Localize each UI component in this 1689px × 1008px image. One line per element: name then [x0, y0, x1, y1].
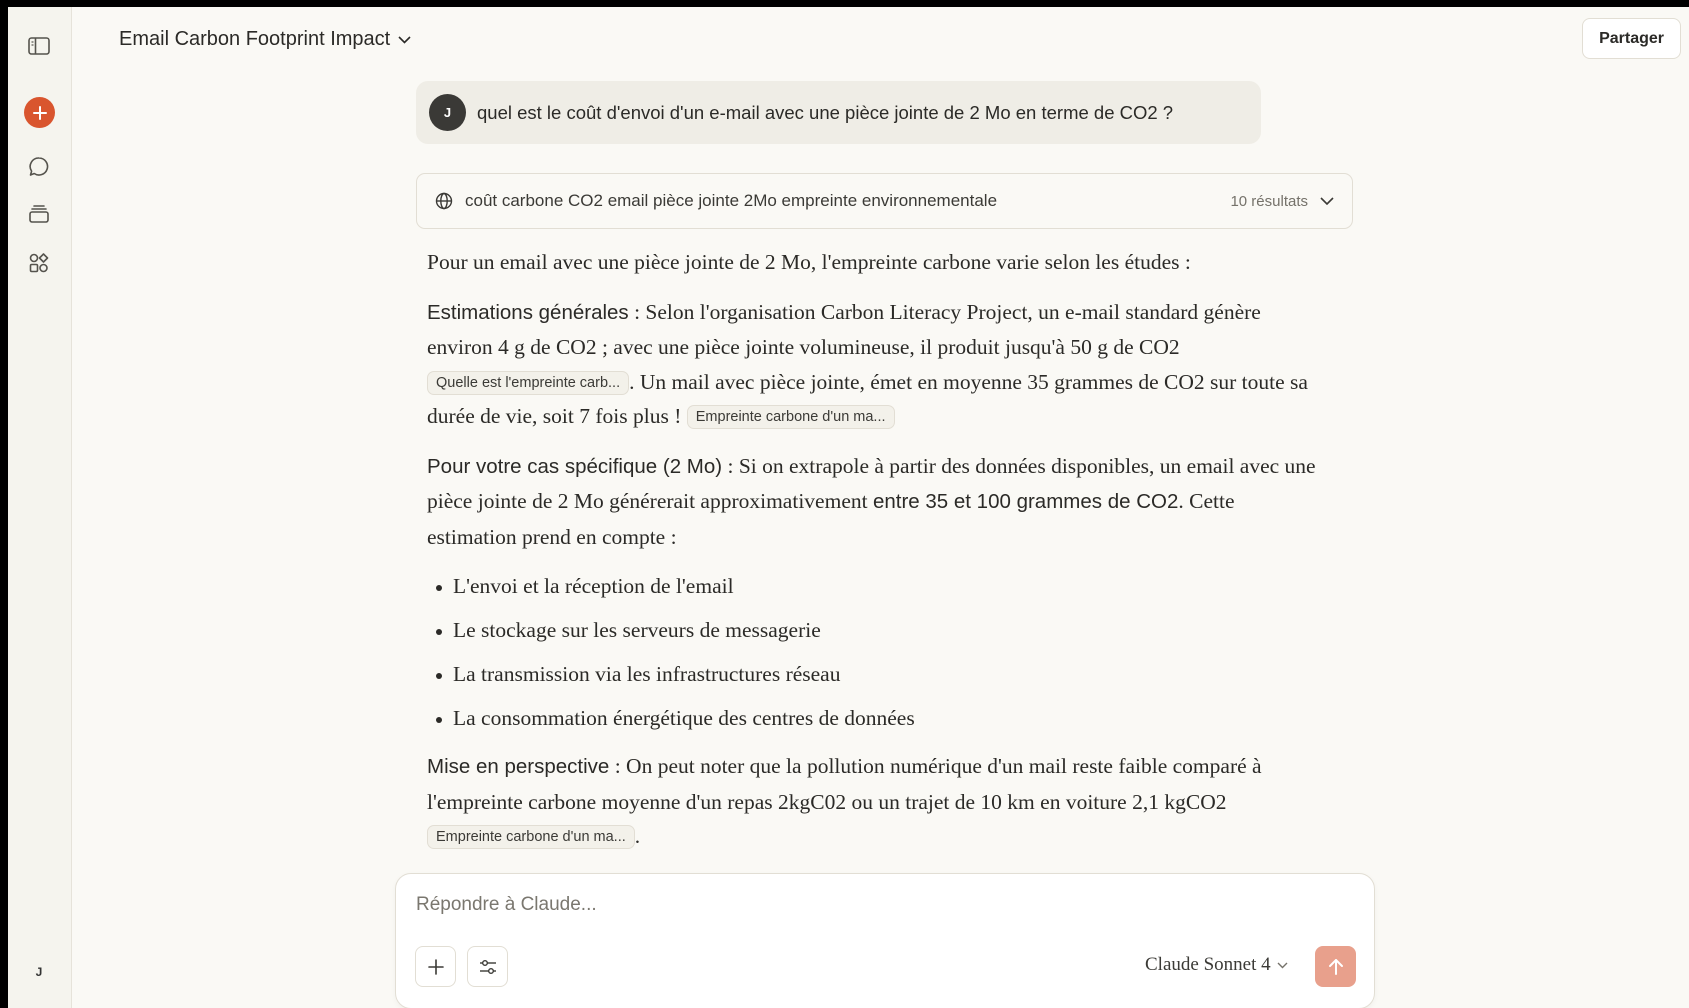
list-item: La transmission via les infrastructures …	[433, 657, 1327, 691]
chevron-down-icon	[1320, 197, 1334, 205]
header: Email Carbon Footprint Impact Partager	[72, 7, 1689, 69]
response-paragraph: Mise en perspective : On peut noter que …	[427, 749, 1327, 854]
tools-button[interactable]	[467, 946, 508, 987]
share-button[interactable]: Partager	[1582, 18, 1681, 59]
paragraph-heading: Pour votre cas spécifique (2 Mo)	[427, 454, 723, 478]
projects-stack-icon	[29, 205, 49, 223]
user-avatar-button[interactable]: J	[24, 957, 54, 987]
projects-button[interactable]	[24, 199, 54, 229]
sidebar-toggle-icon	[28, 37, 50, 55]
list-item: L'envoi et la réception de l'email	[433, 569, 1327, 603]
app-window: J Email Carbon Footprint Impact Partager…	[8, 7, 1689, 1008]
chat-title: Email Carbon Footprint Impact	[119, 28, 391, 50]
web-search-results[interactable]: coût carbone CO2 email pièce jointe 2Mo …	[416, 173, 1353, 229]
arrow-up-icon	[1328, 958, 1343, 975]
bullet-list: L'envoi et la réception de l'email Le st…	[427, 569, 1327, 735]
citation-chip[interactable]: Empreinte carbone d'un ma...	[686, 405, 895, 429]
plus-icon	[427, 958, 444, 975]
response-intro: Pour un email avec une pièce jointe de 2…	[427, 250, 1191, 274]
chevron-down-icon	[398, 35, 411, 44]
composer: Claude Sonnet 4	[395, 873, 1375, 1008]
chat-bubble-icon	[29, 157, 49, 176]
search-results-count: 10 résultats	[1230, 192, 1308, 210]
globe-icon	[435, 192, 453, 210]
chats-button[interactable]	[24, 152, 54, 182]
user-message-text: quel est le coût d'envoi d'un e-mail ave…	[477, 101, 1174, 123]
paragraph-heading: Estimations générales	[427, 300, 629, 324]
model-selector[interactable]: Claude Sonnet 4	[1145, 954, 1288, 976]
sidebar: J	[8, 7, 72, 1008]
bold-estimate: entre 35 et 100 grammes de CO2	[872, 490, 1179, 513]
add-attachment-button[interactable]	[415, 946, 456, 987]
paragraph-heading: Mise en perspective	[427, 755, 610, 778]
response-paragraph: Estimations générales : Selon l'organisa…	[427, 295, 1327, 434]
send-button[interactable]	[1315, 946, 1356, 987]
list-item: Le stockage sur les serveurs de messager…	[433, 613, 1327, 647]
citation-chip[interactable]: Empreinte carbone d'un ma...	[427, 825, 635, 849]
sidebar-toggle-button[interactable]	[24, 31, 54, 61]
reply-input[interactable]	[416, 894, 1116, 916]
chat-title-dropdown[interactable]: Email Carbon Footprint Impact	[119, 28, 411, 51]
model-name: Claude Sonnet 4	[1145, 954, 1271, 975]
paragraph-text: .	[634, 824, 641, 848]
chevron-down-icon	[1277, 962, 1288, 968]
user-message-avatar: J	[429, 94, 466, 131]
artifacts-icon	[29, 253, 49, 273]
response-paragraph: Pour votre cas spécifique (2 Mo) : Si on…	[427, 449, 1327, 555]
assistant-response: Pour un email avec une pièce jointe de 2…	[427, 245, 1327, 869]
plus-icon	[32, 105, 47, 120]
new-chat-button[interactable]	[24, 97, 55, 128]
search-query: coût carbone CO2 email pièce jointe 2Mo …	[465, 191, 998, 210]
citation-chip[interactable]: Quelle est l'empreinte carb...	[427, 370, 630, 395]
list-item: La consommation énergétique des centres …	[433, 701, 1327, 735]
sliders-icon	[479, 959, 496, 974]
artifacts-button[interactable]	[24, 248, 54, 278]
user-message: J quel est le coût d'envoi d'un e-mail a…	[416, 81, 1261, 144]
